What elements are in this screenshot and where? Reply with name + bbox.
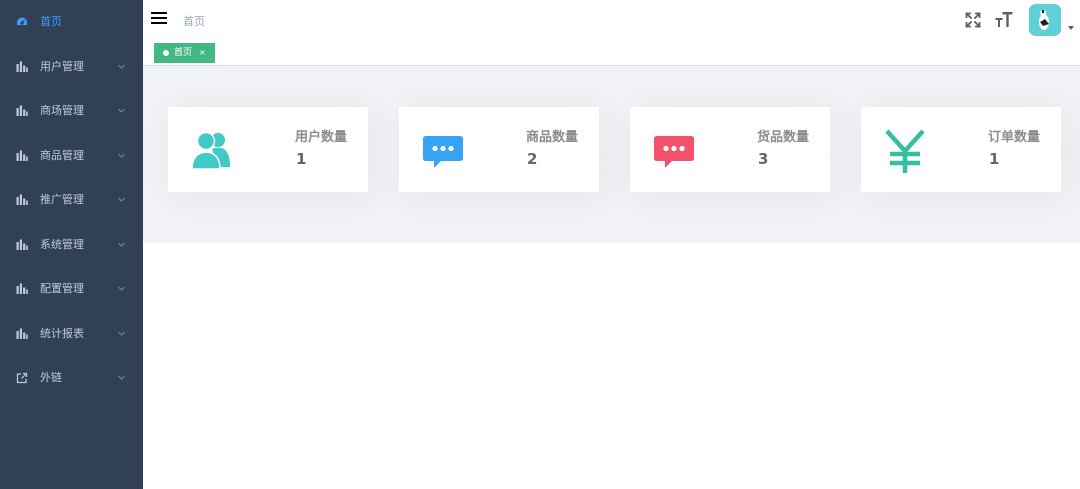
chevron-down-icon [118, 286, 125, 291]
card-title: 商品数量 [525, 130, 578, 145]
font-size-icon[interactable] [995, 11, 1013, 28]
sidebar-item-label: 配置管理 [40, 282, 84, 295]
sidebar-item-external-links[interactable]: 外链 [0, 356, 143, 400]
chart-icon [16, 105, 28, 116]
sidebar-item-label: 用户管理 [40, 60, 84, 73]
card-title: 用户数量 [294, 130, 347, 145]
external-link-icon [16, 372, 28, 384]
sidebar-item-label: 统计报表 [40, 327, 84, 340]
chevron-down-icon [118, 242, 125, 247]
yuan-icon [885, 129, 925, 173]
chart-icon [16, 194, 28, 205]
fullscreen-icon[interactable] [965, 12, 981, 28]
chart-icon [16, 61, 28, 72]
card-user-count[interactable]: 用户数量 1 [168, 107, 368, 192]
sidebar-item-user-management[interactable]: 用户管理 [0, 45, 143, 89]
card-title: 货品数量 [756, 130, 809, 145]
chevron-down-icon [118, 331, 125, 336]
sidebar-item-promotion-management[interactable]: 推广管理 [0, 178, 143, 222]
chevron-down-icon [118, 64, 125, 69]
tag-label: 首页 [174, 48, 193, 58]
sidebar-item-label: 外链 [40, 371, 62, 384]
sidebar-item-label: 商品管理 [40, 149, 84, 162]
sidebar-item-label: 推广管理 [40, 193, 84, 206]
dashboard-panel-group: 用户数量 1 商品数量 2 货品数量 3 订单数量 1 [143, 67, 1080, 243]
card-products-count[interactable]: 货品数量 3 [630, 107, 830, 192]
message-icon [423, 136, 463, 168]
chevron-down-icon [118, 375, 125, 380]
sidebar-item-label: 系统管理 [40, 238, 84, 251]
tags-view: 首页 × [143, 40, 1080, 66]
close-icon[interactable]: × [199, 44, 206, 62]
sidebar-item-statistics-reports[interactable]: 统计报表 [0, 312, 143, 356]
hamburger-icon[interactable] [151, 11, 167, 25]
avatar-image [1029, 4, 1061, 36]
navbar: 首页 [143, 0, 1080, 40]
card-goods-count[interactable]: 商品数量 2 [399, 107, 599, 192]
sidebar-item-home[interactable]: 首页 [0, 0, 143, 44]
active-dot-icon [163, 50, 169, 56]
sidebar-item-mall-management[interactable]: 商场管理 [0, 89, 143, 133]
sidebar-item-system-management[interactable]: 系统管理 [0, 223, 143, 267]
tag-home[interactable]: 首页 × [154, 43, 215, 63]
chart-icon [16, 239, 28, 250]
card-value: 1 [296, 150, 307, 168]
chart-icon [16, 328, 28, 339]
sidebar-item-goods-management[interactable]: 商品管理 [0, 134, 143, 178]
breadcrumb: 首页 [183, 15, 205, 28]
sidebar-item-label: 首页 [40, 15, 62, 28]
card-order-count[interactable]: 订单数量 1 [861, 107, 1061, 192]
sidebar: 首页 用户管理 商场管理 商品管理 推广管理 系统管理 配置管理 统计报表 外链 [0, 0, 143, 489]
chevron-down-icon [118, 108, 125, 113]
card-title: 订单数量 [987, 130, 1040, 145]
card-value: 3 [758, 150, 769, 168]
sidebar-item-config-management[interactable]: 配置管理 [0, 267, 143, 311]
dashboard-icon [17, 17, 27, 25]
card-value: 1 [989, 150, 1000, 168]
caret-down-icon[interactable] [1068, 26, 1074, 30]
app-root: 首页 用户管理 商场管理 商品管理 推广管理 系统管理 配置管理 统计报表 外链… [0, 0, 1080, 489]
message-icon [654, 136, 694, 168]
people-icon [191, 131, 230, 170]
sidebar-item-label: 商场管理 [40, 104, 84, 117]
chart-icon [16, 150, 28, 161]
chart-icon [16, 283, 28, 294]
chevron-down-icon [118, 153, 125, 158]
card-value: 2 [527, 150, 538, 168]
chevron-down-icon [118, 197, 125, 202]
avatar[interactable] [1029, 4, 1061, 36]
